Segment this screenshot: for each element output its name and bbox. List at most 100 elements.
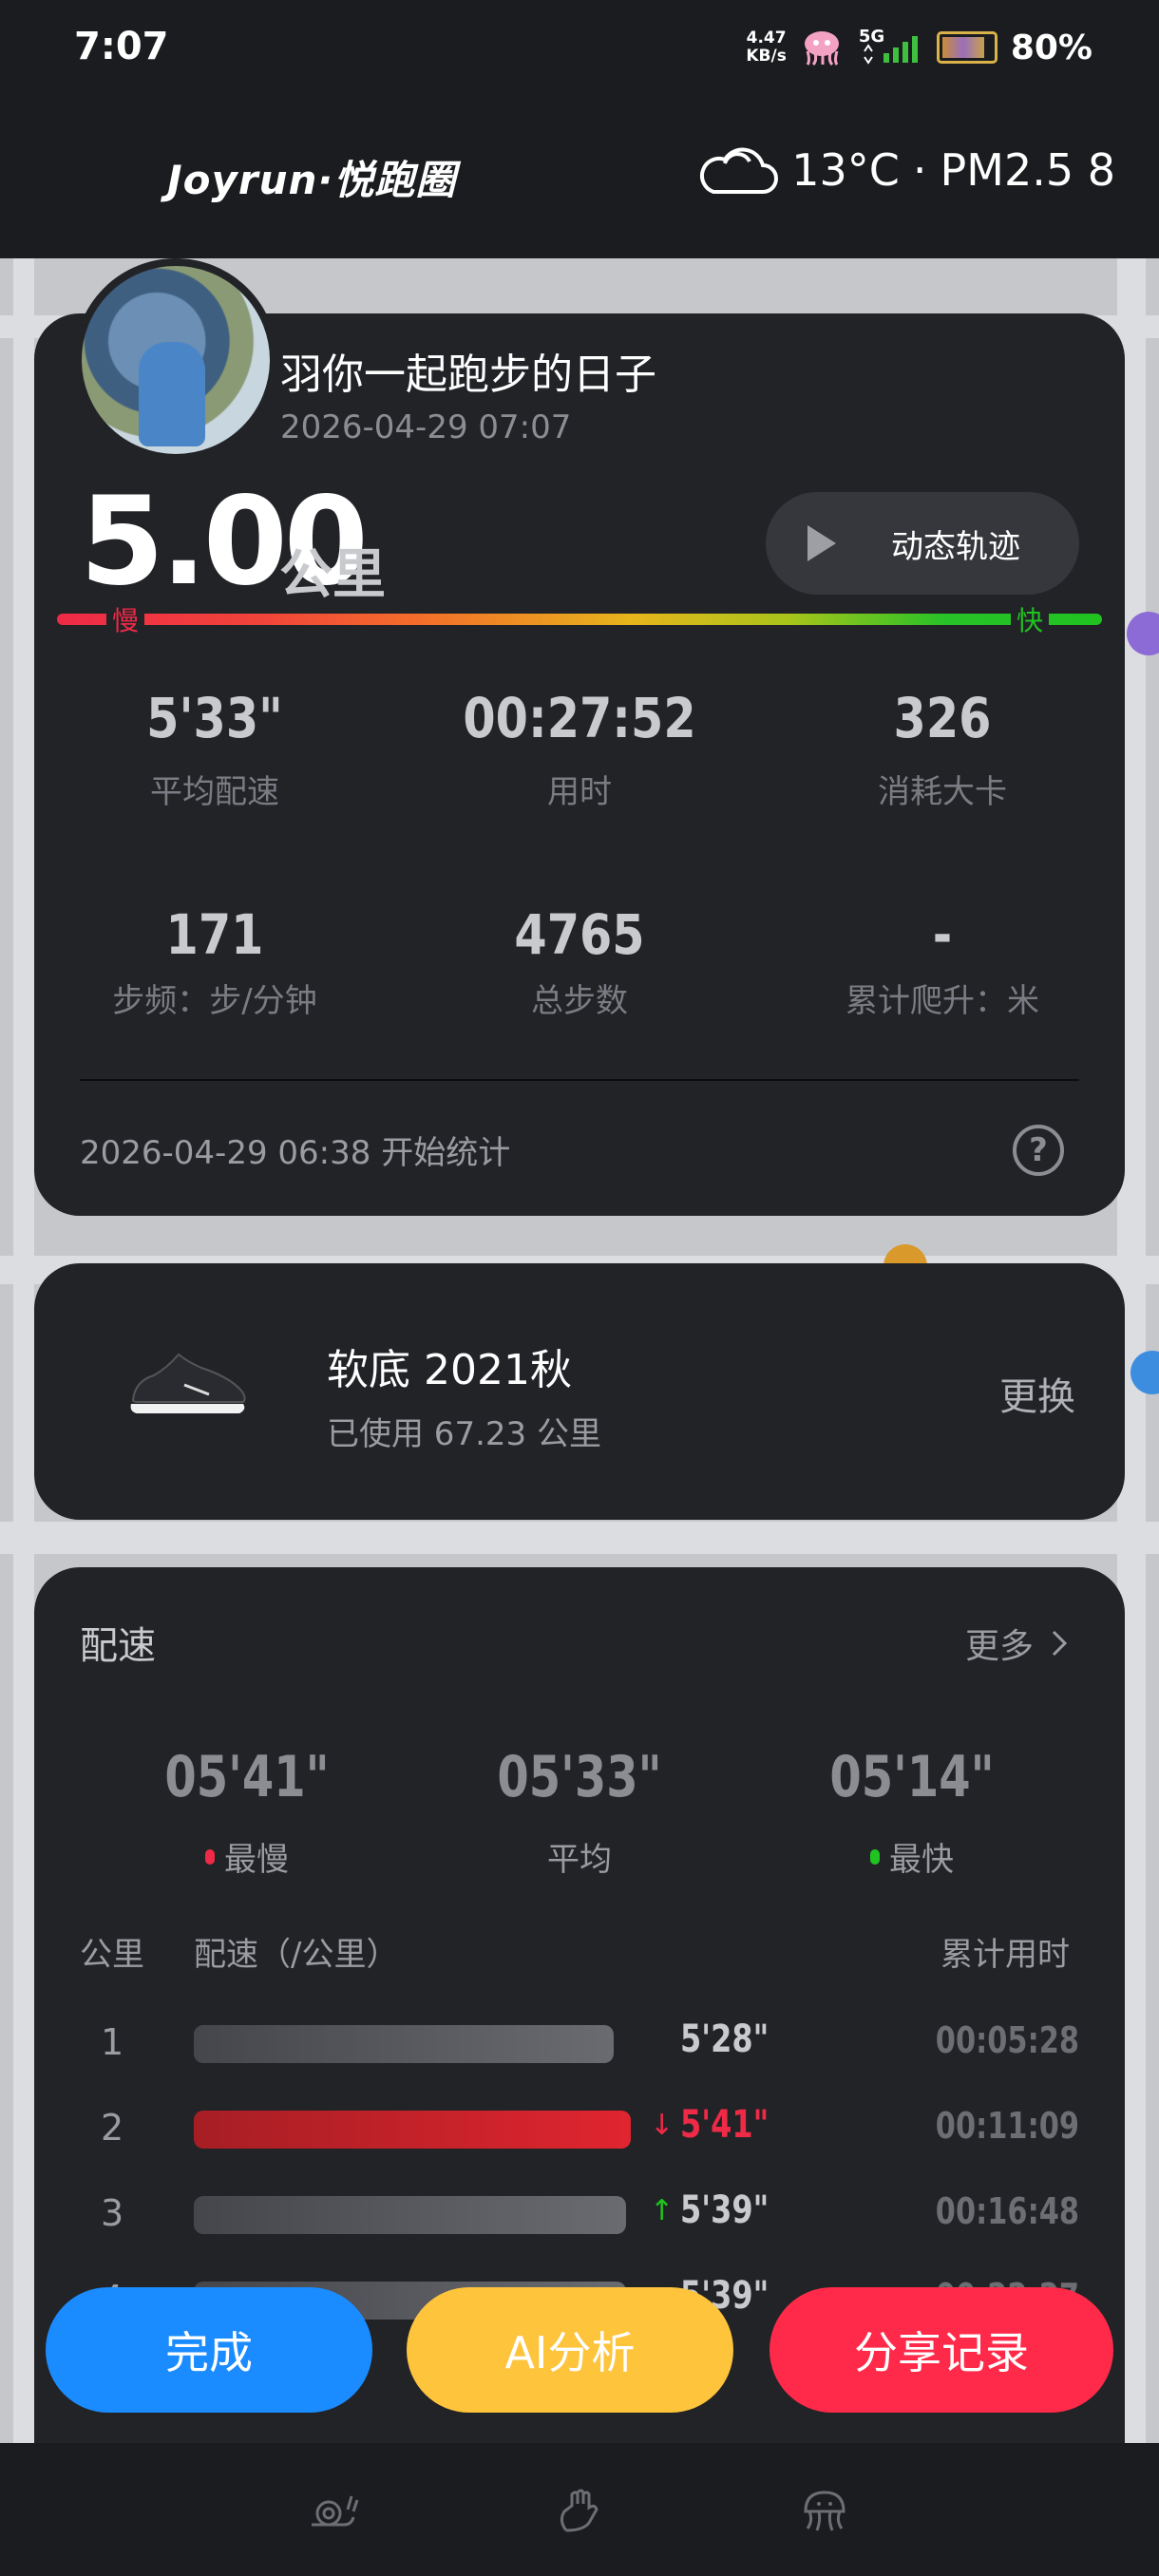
slow-label: 慢	[106, 600, 145, 638]
stat-label: 总步数	[531, 982, 628, 1020]
battery-icon	[936, 31, 998, 64]
shoe-used: 已使用 67.23 公里	[327, 1415, 601, 1453]
arrow-up-icon: ↑	[650, 2194, 674, 2227]
pace-summary-label-text: 最慢	[224, 1841, 289, 1879]
pace-average: 05'33" 平均	[437, 1744, 722, 1880]
distance-unit: 公里	[279, 544, 386, 606]
map-road	[0, 1522, 1159, 1554]
slow-dot-icon	[205, 1848, 215, 1865]
pace-row-pace: 5'39"	[680, 2188, 770, 2232]
pace-summary-label: 平均	[437, 1833, 722, 1880]
play-icon	[808, 525, 836, 561]
pace-fastest: 05'14" 最快	[770, 1744, 1054, 1880]
battery-percent: 80%	[1010, 28, 1092, 67]
share-record-button[interactable]: 分享记录	[770, 2287, 1113, 2413]
shoe-name: 软底 2021秋	[327, 1346, 572, 1394]
app-header: Joyrun·悦跑圈 13°C · PM2.5 8	[0, 95, 1159, 258]
jellyfish-icon[interactable]	[798, 2487, 851, 2536]
stat-label: 平均配速	[150, 773, 279, 811]
jellyfish-status-icon	[804, 31, 839, 66]
pace-summary-value: 05'41"	[164, 1744, 330, 1810]
pace-row-cumulative: 00:16:48	[935, 2190, 1079, 2232]
pace-summary-label-text: 最快	[889, 1841, 954, 1879]
stat-label: 消耗大卡	[878, 773, 1007, 811]
map-road	[13, 258, 34, 2443]
hand-icon[interactable]	[553, 2487, 606, 2536]
pace-more-label: 更多	[965, 1627, 1035, 1666]
stat-calories: 326 消耗大卡	[762, 686, 1123, 812]
pace-row-bar	[194, 2111, 631, 2149]
pace-header-km: 公里	[80, 1936, 144, 1974]
stat-duration: 00:27:52 用时	[399, 686, 760, 812]
fast-label: 快	[1011, 600, 1050, 638]
pace-title: 配速	[80, 1624, 156, 1668]
chevron-right-icon	[1052, 1630, 1068, 1657]
avatar[interactable]	[74, 258, 277, 462]
navigation-bar	[0, 2443, 1159, 2576]
pace-row: 2 ↓ 5'41" 00:11:09	[34, 2101, 1125, 2158]
pace-row: 3 ↑ 5'39" 00:16:48	[34, 2187, 1125, 2244]
stat-label: 用时	[547, 773, 612, 811]
cloud-icon	[700, 147, 779, 194]
stat-value: 326	[893, 686, 992, 750]
pace-header-cumulative: 累计用时	[940, 1936, 1070, 1974]
pace-summary-label: 最慢	[104, 1833, 390, 1880]
stat-label: 累计爬升：米	[846, 982, 1039, 1020]
stat-value: 00:27:52	[463, 686, 696, 750]
pace-more-link[interactable]: 更多	[965, 1619, 1068, 1668]
pace-row-km: 3	[101, 2192, 124, 2234]
run-datetime: 2026-04-29 07:07	[280, 408, 572, 446]
dynamic-track-button[interactable]: 动态轨迹	[766, 492, 1079, 595]
pace-row-cumulative: 00:11:09	[935, 2105, 1079, 2147]
pace-row-bar	[194, 2196, 626, 2234]
done-button[interactable]: 完成	[46, 2287, 372, 2413]
stat-total-steps: 4765 总步数	[399, 902, 760, 1021]
dynamic-track-label: 动态轨迹	[891, 527, 1020, 566]
signal-bars-icon	[863, 36, 918, 65]
pace-row-km: 1	[101, 2021, 124, 2063]
temperature: 13°C	[791, 144, 900, 196]
start-stat-text: 2026-04-29 06:38 开始统计	[80, 1134, 511, 1172]
pace-row: 1 5'28" 00:05:28	[34, 2016, 1125, 2073]
weather-info: 13°C · PM2.5 8	[696, 142, 1115, 198]
stat-avg-pace: 5'33" 平均配速	[34, 686, 395, 812]
divider	[80, 1079, 1079, 1081]
snail-icon[interactable]	[306, 2487, 359, 2536]
shoe-icon	[130, 1353, 246, 1413]
pace-summary-label-text: 平均	[547, 1841, 612, 1879]
stat-cadence: 171 步频：步/分钟	[34, 902, 395, 1021]
pace-summary-label: 最快	[770, 1833, 1054, 1880]
stat-value: -	[932, 902, 953, 967]
stat-label: 步频：步/分钟	[112, 982, 317, 1020]
stat-value: 171	[165, 902, 264, 967]
pace-slowest: 05'41" 最慢	[104, 1744, 390, 1880]
ai-analysis-button[interactable]: AI分析	[407, 2287, 733, 2413]
status-bar: 7:07 4.47 KB/s 5G 80%	[0, 0, 1159, 95]
status-time: 7:07	[74, 25, 169, 68]
speed-gradient-bar	[57, 614, 1102, 625]
net-speed-value: 4.47	[746, 28, 787, 47]
pace-row-pace: 5'28"	[680, 2017, 770, 2061]
run-title: 羽你一起跑步的日子	[280, 350, 656, 399]
pace-row-pace: 5'41"	[680, 2103, 770, 2147]
net-speed-unit: KB/s	[746, 47, 787, 66]
app-logo: Joyrun·悦跑圈	[167, 157, 457, 203]
arrow-down-icon: ↓	[650, 2109, 674, 2142]
pace-row-cumulative: 00:05:28	[935, 2019, 1079, 2061]
stat-value: 4765	[514, 902, 645, 967]
help-icon[interactable]: ?	[1013, 1125, 1064, 1176]
pace-header-pace: 配速（/公里）	[194, 1936, 399, 1974]
signal-icon: 5G	[857, 27, 923, 66]
fast-dot-icon	[870, 1848, 880, 1865]
stat-elevation: - 累计爬升：米	[762, 902, 1123, 1021]
change-shoe-button[interactable]: 更换	[999, 1366, 1075, 1421]
pace-row-km: 2	[101, 2107, 124, 2149]
pace-summary-value: 05'14"	[829, 1744, 995, 1810]
weather-separator: ·	[912, 144, 927, 196]
net-speed: 4.47 KB/s	[746, 29, 786, 66]
stat-value: 5'33"	[146, 686, 283, 750]
pace-summary-value: 05'33"	[497, 1744, 662, 1810]
pm25: PM2.5 8	[940, 144, 1115, 196]
status-right: 4.47 KB/s 5G 80%	[746, 21, 1092, 74]
pace-row-bar	[194, 2025, 614, 2063]
